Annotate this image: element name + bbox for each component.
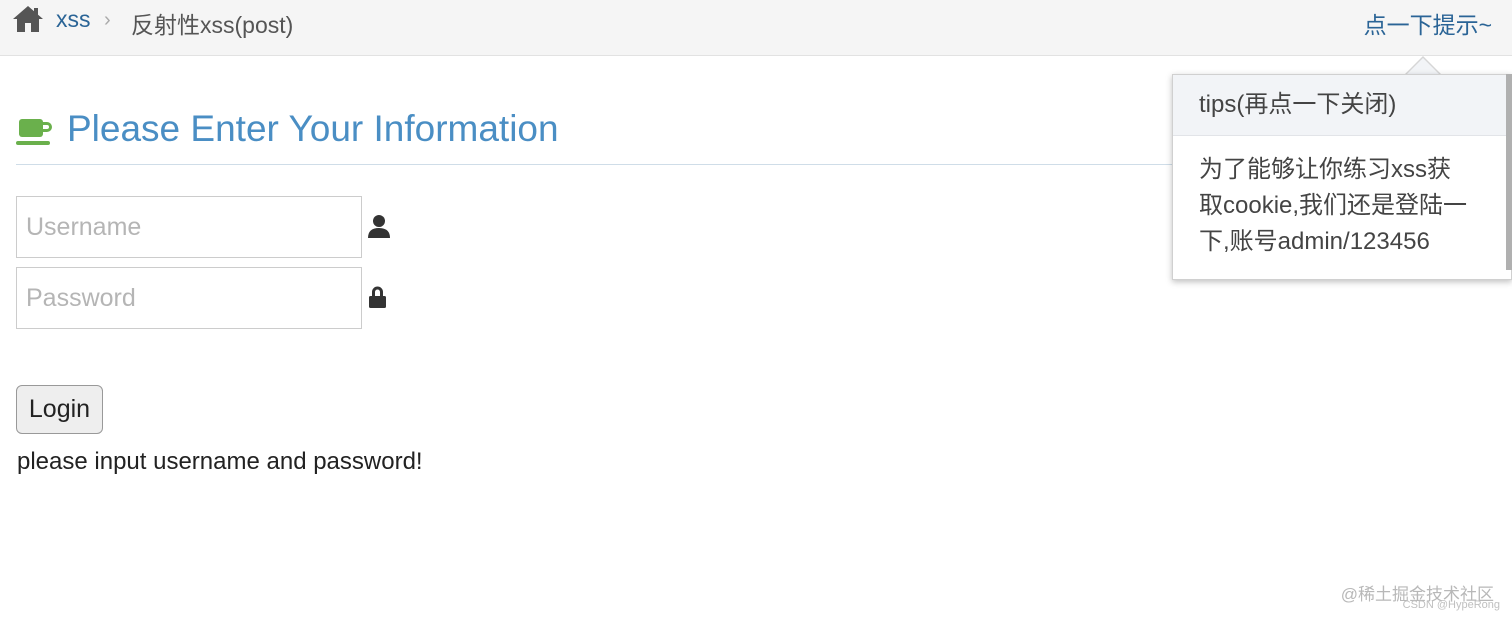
password-input[interactable] bbox=[16, 267, 362, 329]
breadcrumb-link-xss[interactable]: xss bbox=[56, 6, 91, 33]
popover-title: tips(再点一下关闭) bbox=[1173, 75, 1511, 136]
user-icon bbox=[368, 215, 390, 238]
page-title: Please Enter Your Information bbox=[67, 108, 559, 149]
popover-line: 下,账号admin/123456 bbox=[1199, 228, 1430, 255]
popover-line: 取cookie,我们还是登陆一 bbox=[1199, 192, 1468, 219]
status-message: please input username and password! bbox=[17, 448, 423, 475]
coffee-cup-icon bbox=[16, 119, 52, 145]
hint-link[interactable]: 点一下提示~ bbox=[1364, 6, 1492, 40]
login-button[interactable]: Login bbox=[16, 385, 103, 434]
username-input[interactable] bbox=[16, 196, 362, 258]
home-icon[interactable] bbox=[12, 4, 44, 34]
tips-popover[interactable]: tips(再点一下关闭) 为了能够让你练习xss获 取cookie,我们还是登陆… bbox=[1172, 74, 1512, 280]
breadcrumb-separator: › bbox=[104, 9, 111, 31]
popover-line: 为了能够让你练习xss获 bbox=[1199, 156, 1451, 183]
popover-body: 为了能够让你练习xss获 取cookie,我们还是登陆一 下,账号admin/1… bbox=[1173, 136, 1511, 260]
scrollbar[interactable] bbox=[1506, 74, 1512, 270]
title-divider bbox=[16, 164, 1176, 165]
watermark-csdn: CSDN @HypeRong bbox=[1402, 599, 1500, 611]
breadcrumb-current: 反射性xss(post) bbox=[131, 12, 294, 38]
breadcrumb-bar: xss › 反射性xss(post) 点一下提示~ bbox=[0, 0, 1512, 56]
lock-icon bbox=[369, 286, 386, 308]
